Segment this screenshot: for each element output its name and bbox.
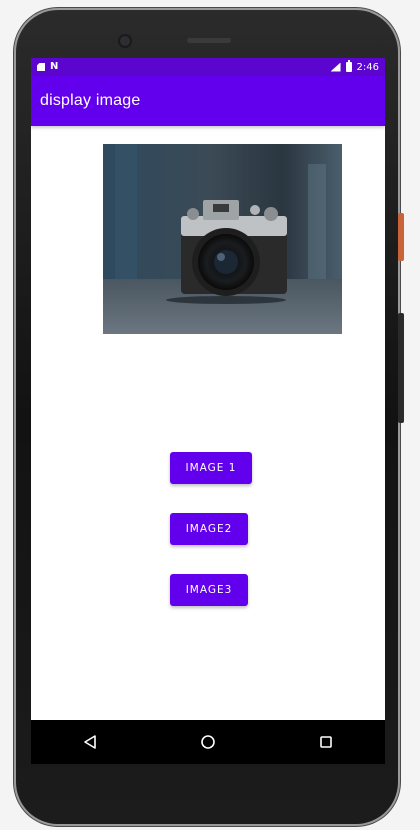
battery-icon [345,60,352,72]
status-right: 2:46 [330,60,379,73]
camera-photo [103,144,342,334]
navigation-bar [31,720,385,764]
status-bar: N 2:46 [31,58,385,76]
back-icon[interactable] [70,722,110,762]
earpiece-speaker [187,38,231,43]
image-3-button[interactable]: IMAGE3 [170,574,248,606]
content-area: IMAGE 1 IMAGE2 IMAGE3 [31,126,385,686]
recents-icon[interactable] [306,722,346,762]
home-icon[interactable] [188,722,228,762]
n-icon: N [50,61,59,72]
app-bar: display image [31,76,385,126]
power-button[interactable] [398,213,404,261]
signal-icon [330,62,341,72]
app-title: display image [40,92,141,109]
screen: N 2:46 display image IMAGE 1 IMAGE2 IMAG… [31,58,385,764]
status-left: N [37,62,58,72]
front-camera [120,36,130,46]
sim-icon [37,63,45,71]
image-1-button[interactable]: IMAGE 1 [170,452,252,484]
image-2-button[interactable]: IMAGE2 [170,513,248,545]
volume-button[interactable] [398,313,404,423]
clock: 2:46 [356,61,379,73]
phone-frame: N 2:46 display image IMAGE 1 IMAGE2 IMAG… [14,8,404,826]
